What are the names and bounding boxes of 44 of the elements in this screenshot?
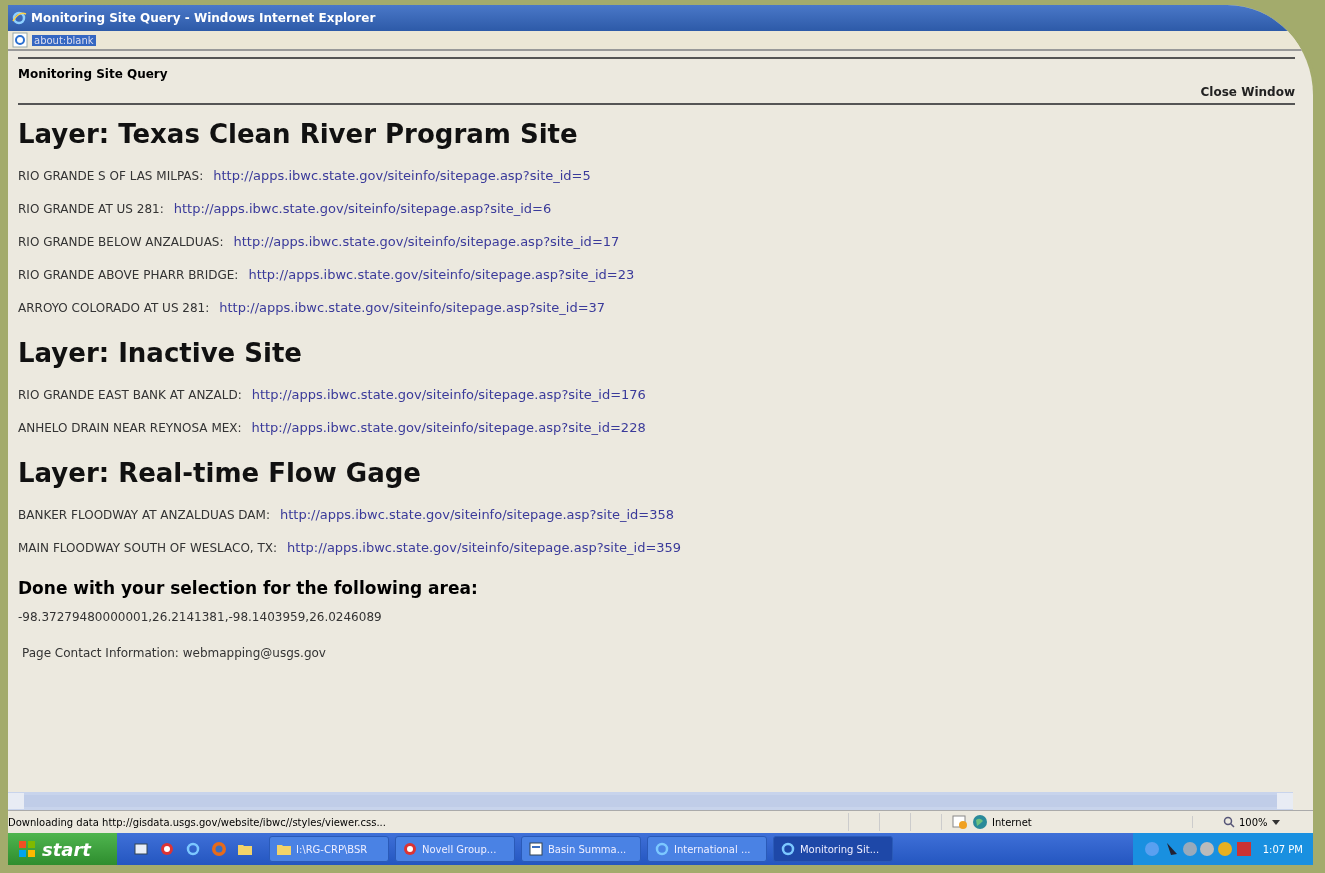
site-name: RIO GRANDE AT US 281: xyxy=(18,201,164,216)
selection-heading: Done with your selection for the following area: xyxy=(18,578,479,598)
site-link[interactable]: http://apps.ibwc.state.gov/siteinfo/sitepage.asp?site_id=6 xyxy=(173,201,552,216)
app-icon[interactable] xyxy=(158,841,175,857)
zoom-control[interactable]: 100% xyxy=(1192,816,1313,828)
clock: 1:07 PM xyxy=(1262,843,1303,855)
site-link[interactable]: http://apps.ibwc.state.gov/siteinfo/sitepage.asp?site_id=176 xyxy=(251,387,646,402)
page-header: Monitoring Site Query xyxy=(18,67,168,81)
site-name: RIO GRANDE BELOW ANZALDUAS: xyxy=(18,234,224,249)
desktop-icon[interactable] xyxy=(132,841,149,857)
browser-icon[interactable] xyxy=(210,841,227,857)
site-link[interactable]: http://apps.ibwc.state.gov/siteinfo/sitepage.asp?site_id=37 xyxy=(219,300,606,315)
site-link[interactable]: http://apps.ibwc.state.gov/siteinfo/sitepage.asp?site_id=5 xyxy=(213,168,591,183)
contact-info: Page Contact Information: webmapping@usgs.gov xyxy=(21,646,327,660)
windows-logo-icon xyxy=(18,840,36,858)
address-field[interactable]: about:blank xyxy=(32,34,96,46)
site-link[interactable]: http://apps.ibwc.state.gov/siteinfo/sitepage.asp?site_id=17 xyxy=(233,234,620,249)
site-link[interactable]: http://apps.ibwc.state.gov/siteinfo/sitepage.asp?site_id=23 xyxy=(248,267,635,282)
document-icon xyxy=(527,841,544,857)
area-coordinates: -98.37279480000001,26.2141381,-98.1403959,26.0246089 xyxy=(18,610,383,624)
layer-heading: Layer: Inactive Site xyxy=(18,338,303,368)
site-name: RIO GRANDE ABOVE PHARR BRIDGE: xyxy=(18,267,239,282)
globe-icon xyxy=(972,814,988,830)
site-name: BANKER FLOODWAY AT ANZALDUAS DAM: xyxy=(18,507,270,522)
site-name: ARROYO COLORADO AT US 281: xyxy=(18,300,210,315)
shield-icon xyxy=(952,814,968,830)
magnifier-icon xyxy=(1223,816,1235,828)
security-zone: Internet xyxy=(992,816,1032,828)
layer-heading: Layer: Texas Clean River Program Site xyxy=(18,119,579,149)
caret-icon xyxy=(1271,819,1280,825)
site-link[interactable]: http://apps.ibwc.state.gov/siteinfo/sitepage.asp?site_id=228 xyxy=(251,420,646,435)
page-icon xyxy=(12,32,28,48)
site-name: MAIN FLOODWAY SOUTH OF WESLACO, TX: xyxy=(18,540,278,555)
site-link[interactable]: http://apps.ibwc.state.gov/siteinfo/sitepage.asp?site_id=359 xyxy=(287,540,682,555)
site-name: ANHELO DRAIN NEAR REYNOSA MEX: xyxy=(18,420,242,435)
site-name: RIO GRANDE EAST BANK AT ANZALD: xyxy=(18,387,242,402)
window-title: Monitoring Site Query - Windows Internet Explorer xyxy=(31,11,376,25)
close-window-link[interactable]: Close Window xyxy=(1200,85,1295,99)
site-link[interactable]: http://apps.ibwc.state.gov/siteinfo/sitepage.asp?site_id=358 xyxy=(279,507,675,522)
layer-heading: Layer: Real-time Flow Gage xyxy=(18,458,422,488)
taskbar-button[interactable]: Monitoring Sit... xyxy=(772,836,893,862)
app-icon xyxy=(401,841,418,857)
status-message: Downloading data http://gisdata.usgs.gov/website/ibwc//styles/viewer.css... xyxy=(8,816,387,828)
site-name: RIO GRANDE S OF LAS MILPAS: xyxy=(18,168,204,183)
